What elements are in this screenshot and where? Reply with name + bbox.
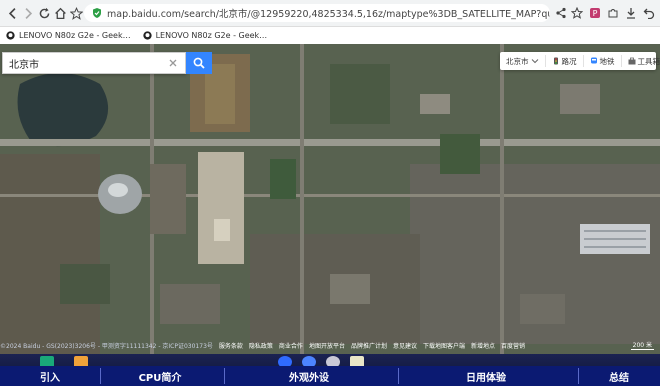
copyright-text: ©2024 Baidu - GS(2023)3206号 - 甲测资字111113… xyxy=(0,342,213,350)
search-button[interactable] xyxy=(186,52,212,74)
puzzle-icon[interactable] xyxy=(606,6,620,20)
traffic-label: 路况 xyxy=(561,56,577,66)
footer-link[interactable]: 新增地点 xyxy=(471,341,495,350)
footer-link[interactable]: 商业合作 xyxy=(279,341,303,350)
browser-toolbar: map.baidu.com/search/北京市/@12959220,48253… xyxy=(0,0,660,27)
scale-bar: 200 米 xyxy=(630,342,654,350)
subway-label: 地铁 xyxy=(599,56,615,66)
forward-icon[interactable] xyxy=(20,5,36,21)
footer-link[interactable]: 百度营销 xyxy=(501,341,525,350)
footer-link[interactable]: 意见建议 xyxy=(393,341,417,350)
satellite-imagery xyxy=(0,44,660,354)
bookmark-label: LENOVO N80z G2e - Geek… xyxy=(19,30,131,40)
download-icon[interactable] xyxy=(624,6,638,20)
bookmark-star-icon[interactable] xyxy=(570,6,584,20)
svg-text:P: P xyxy=(593,9,598,18)
map-search-input[interactable] xyxy=(7,56,161,70)
bookmarks-bar: LENOVO N80z G2e - Geek… LENOVO N80z G2e … xyxy=(0,27,660,43)
chapter-daily-use[interactable]: 日用体验 xyxy=(398,366,574,386)
footer-link[interactable]: 隐私政策 xyxy=(249,341,273,350)
toolbox-icon xyxy=(628,57,635,65)
share-icon[interactable] xyxy=(554,6,568,20)
reload-icon[interactable] xyxy=(36,5,52,21)
github-icon xyxy=(6,30,15,40)
footer-link[interactable]: 地图开放平台 xyxy=(309,341,345,350)
traffic-icon xyxy=(553,57,558,65)
footer-link[interactable]: 服务条款 xyxy=(219,341,243,350)
subway-icon xyxy=(590,57,597,64)
favorite-star-icon[interactable] xyxy=(68,5,84,21)
toolbox-label: 工具箱 xyxy=(637,56,660,66)
traffic-button[interactable]: 路况 xyxy=(546,55,584,67)
toolbox-button[interactable]: 工具箱 xyxy=(622,55,660,67)
subway-button[interactable]: 地铁 xyxy=(584,55,622,67)
bookmark-item[interactable]: LENOVO N80z G2e - Geek… xyxy=(142,30,268,40)
back-icon[interactable] xyxy=(4,5,20,21)
map-footer: ©2024 Baidu - GS(2023)3206号 - 甲测资字111113… xyxy=(0,340,660,350)
chapter-summary[interactable]: 总结 xyxy=(578,366,660,386)
chevron-down-icon xyxy=(531,59,538,64)
footer-link[interactable]: 下载地图客户端 xyxy=(423,341,465,350)
chapter-appearance[interactable]: 外观外设 xyxy=(224,366,394,386)
home-icon[interactable] xyxy=(52,5,68,21)
chapter-cpu[interactable]: CPU简介 xyxy=(100,366,220,386)
map-toolbar: 北京市 路况 地铁 工具箱 xyxy=(500,52,660,70)
bookmark-item[interactable]: LENOVO N80z G2e - Geek… xyxy=(6,31,131,40)
map-search-box xyxy=(2,52,186,74)
url-text: map.baidu.com/search/北京市/@12959220,48253… xyxy=(107,9,550,20)
bookmark-label: LENOVO N80z G2e - Geek… xyxy=(155,30,268,40)
undo-icon[interactable] xyxy=(642,6,656,20)
chapter-intro[interactable]: 引入 xyxy=(0,366,100,386)
shield-check-icon xyxy=(93,8,101,18)
satellite-map[interactable]: 北京市 路况 地铁 工具箱 ©2024 Baidu - GS(2023)3206… xyxy=(0,44,660,354)
clear-icon[interactable] xyxy=(167,57,179,69)
github-icon xyxy=(142,30,152,40)
address-bar[interactable]: map.baidu.com/search/北京市/@12959220,48253… xyxy=(84,4,550,22)
city-label: 北京市 xyxy=(506,56,529,66)
footer-link[interactable]: 品牌推广计划 xyxy=(351,341,387,350)
search-icon xyxy=(193,57,205,69)
extension-icon[interactable]: P xyxy=(588,6,602,20)
city-switch[interactable]: 北京市 xyxy=(500,55,546,67)
